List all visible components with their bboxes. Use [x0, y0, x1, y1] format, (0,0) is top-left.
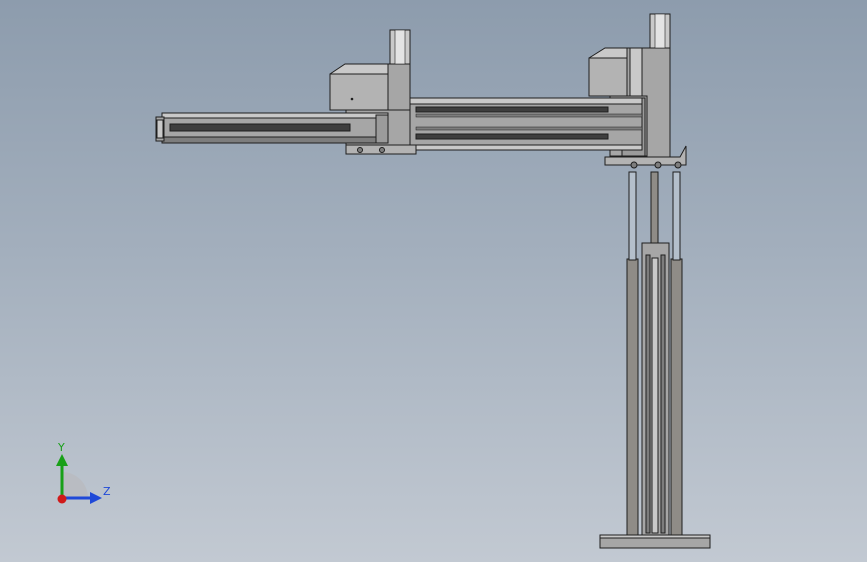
left-rod-lower	[626, 258, 639, 536]
beam-upper-slot	[415, 106, 609, 113]
vertical-column[interactable]	[599, 171, 711, 549]
horizontal-beam[interactable]	[409, 97, 643, 151]
middle-rod-upper	[650, 171, 659, 245]
z-axis-arrowhead-icon	[90, 492, 102, 504]
beam-lower-slot	[415, 133, 609, 140]
reference-triad: Y Z	[40, 438, 130, 518]
z-axis-label: Z	[103, 485, 111, 498]
right-rod-upper	[672, 171, 681, 261]
graphics-viewport[interactable]: Y Z	[0, 0, 867, 562]
y-axis-label: Y	[58, 441, 65, 454]
left-rod-upper	[628, 171, 637, 261]
arm-slot	[169, 123, 351, 132]
x-axis-origin-icon	[57, 494, 67, 504]
right-rod-lower	[670, 258, 683, 536]
telescoping-arm[interactable]	[155, 112, 389, 144]
triad-quadrant	[62, 472, 88, 498]
y-axis-arrowhead-icon	[56, 454, 68, 466]
gantry-robot-model[interactable]	[0, 0, 867, 562]
